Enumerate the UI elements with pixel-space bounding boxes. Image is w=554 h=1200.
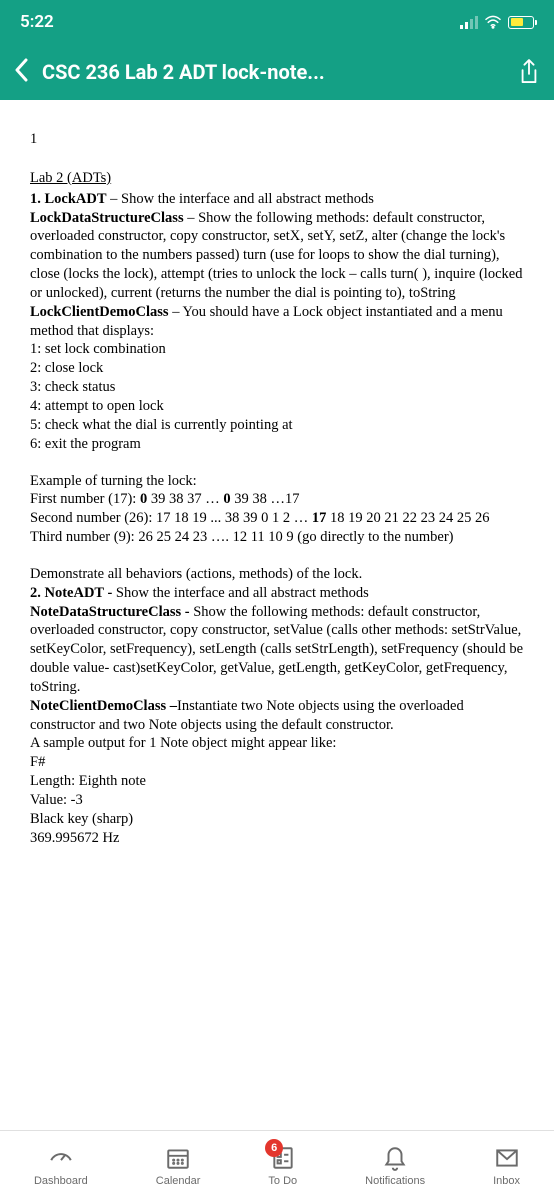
dashboard-icon bbox=[48, 1145, 74, 1171]
nav-notifications-label: Notifications bbox=[365, 1175, 425, 1187]
sample-5: 369.995672 Hz bbox=[30, 829, 524, 848]
share-icon[interactable] bbox=[518, 59, 540, 85]
nav-dashboard[interactable]: Dashboard bbox=[34, 1145, 88, 1187]
example-heading: Example of turning the lock: bbox=[30, 472, 524, 491]
nav-notifications[interactable]: Notifications bbox=[365, 1145, 425, 1187]
second-number-line: Second number (26): 17 18 19 ... 38 39 0… bbox=[30, 509, 524, 528]
nav-calendar-label: Calendar bbox=[156, 1175, 201, 1187]
signal-icon bbox=[460, 16, 478, 29]
todo-badge: 6 bbox=[265, 1139, 283, 1157]
menu-item-1: 1: set lock combination bbox=[30, 340, 524, 359]
nav-todo-label: To Do bbox=[268, 1175, 297, 1187]
bell-icon bbox=[382, 1145, 408, 1171]
nav-todo[interactable]: 6 To Do bbox=[268, 1145, 297, 1187]
status-icons bbox=[460, 15, 534, 29]
lock-adt-line: 1. LockADT – Show the interface and all … bbox=[30, 190, 524, 209]
sample-output-line: A sample output for 1 Note object might … bbox=[30, 734, 524, 753]
demonstrate-line: Demonstrate all behaviors (actions, meth… bbox=[30, 565, 524, 584]
menu-item-5: 5: check what the dial is currently poin… bbox=[30, 416, 524, 435]
wifi-icon bbox=[484, 15, 502, 29]
lock-ds-line: LockDataStructureClass – Show the follow… bbox=[30, 209, 524, 303]
note-ds-line: NoteDataStructureClass - Show the follow… bbox=[30, 603, 524, 697]
page-number: 1 bbox=[30, 130, 524, 149]
sample-4: Black key (sharp) bbox=[30, 810, 524, 829]
nav-bar: CSC 236 Lab 2 ADT lock-note... bbox=[0, 44, 554, 100]
bottom-nav: Dashboard Calendar 6 To Do Noti bbox=[0, 1130, 554, 1200]
menu-item-2: 2: close lock bbox=[30, 359, 524, 378]
status-time: 5:22 bbox=[20, 12, 54, 32]
status-bar: 5:22 bbox=[0, 0, 554, 44]
nav-inbox-label: Inbox bbox=[493, 1175, 520, 1187]
lab-title: Lab 2 (ADTs) bbox=[30, 169, 524, 188]
third-number-line: Third number (9): 26 25 24 23 …. 12 11 1… bbox=[30, 528, 524, 547]
note-client-line: NoteClientDemoClass –Instantiate two Not… bbox=[30, 697, 524, 735]
back-button[interactable] bbox=[14, 56, 28, 89]
menu-item-6: 6: exit the program bbox=[30, 435, 524, 454]
menu-item-4: 4: attempt to open lock bbox=[30, 397, 524, 416]
document-content[interactable]: 1 Lab 2 (ADTs) 1. LockADT – Show the int… bbox=[0, 100, 554, 878]
page-title: CSC 236 Lab 2 ADT lock-note... bbox=[42, 60, 504, 84]
battery-icon bbox=[508, 16, 534, 29]
note-adt-line: 2. NoteADT - Show the interface and all … bbox=[30, 584, 524, 603]
sample-2: Length: Eighth note bbox=[30, 772, 524, 791]
menu-item-3: 3: check status bbox=[30, 378, 524, 397]
nav-inbox[interactable]: Inbox bbox=[493, 1145, 520, 1187]
mail-icon bbox=[494, 1145, 520, 1171]
sample-1: F# bbox=[30, 753, 524, 772]
nav-dashboard-label: Dashboard bbox=[34, 1175, 88, 1187]
first-number-line: First number (17): 0 39 38 37 … 0 39 38 … bbox=[30, 490, 524, 509]
lock-client-line: LockClientDemoClass – You should have a … bbox=[30, 303, 524, 341]
calendar-icon bbox=[165, 1145, 191, 1171]
sample-3: Value: -3 bbox=[30, 791, 524, 810]
nav-calendar[interactable]: Calendar bbox=[156, 1145, 201, 1187]
